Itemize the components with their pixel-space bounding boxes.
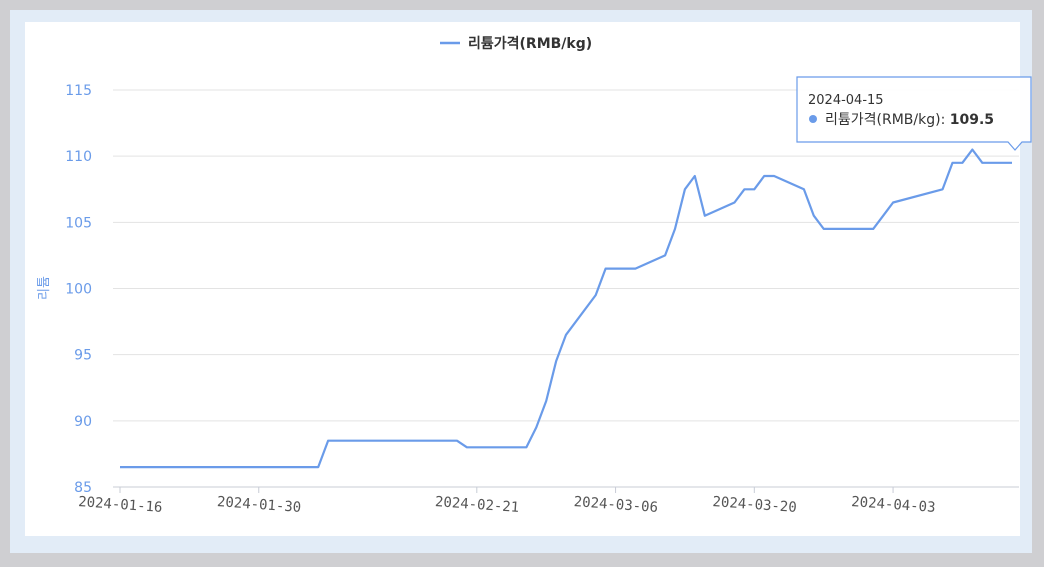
legend[interactable]: 리튬가격(RMB/kg) xyxy=(440,35,592,52)
y-tick-label: 115 xyxy=(65,83,92,99)
data-point[interactable] xyxy=(593,292,599,298)
data-point[interactable] xyxy=(969,147,975,153)
data-point[interactable] xyxy=(266,464,272,470)
grid-layer xyxy=(113,89,1019,488)
x-tick-label: 2024-02-21 xyxy=(434,494,519,516)
data-point[interactable] xyxy=(533,424,539,430)
y-tick-label: 100 xyxy=(65,282,92,298)
data-point[interactable] xyxy=(543,398,549,404)
x-tick-label: 2024-04-03 xyxy=(851,494,936,516)
data-point[interactable] xyxy=(811,213,817,219)
data-point[interactable] xyxy=(474,444,480,450)
data-point[interactable] xyxy=(890,199,896,205)
data-point[interactable] xyxy=(285,464,291,470)
data-point[interactable] xyxy=(632,266,638,272)
data-point[interactable] xyxy=(117,464,123,470)
series-line-lithium-price[interactable] xyxy=(120,148,1012,469)
data-point[interactable] xyxy=(325,438,331,444)
data-point[interactable] xyxy=(979,160,985,166)
x-tick-label: 2024-03-20 xyxy=(712,494,797,516)
data-point[interactable] xyxy=(127,464,133,470)
data-point[interactable] xyxy=(454,438,460,444)
data-point[interactable] xyxy=(216,464,222,470)
data-point[interactable] xyxy=(206,464,212,470)
data-point[interactable] xyxy=(276,464,282,470)
data-point[interactable] xyxy=(831,226,837,232)
data-point[interactable] xyxy=(176,464,182,470)
series-layer xyxy=(117,147,1015,470)
y-tick-label: 90 xyxy=(74,414,92,430)
data-point[interactable] xyxy=(196,464,202,470)
data-point[interactable] xyxy=(801,186,807,192)
data-point[interactable] xyxy=(950,160,956,166)
data-point[interactable] xyxy=(751,186,757,192)
data-point[interactable] xyxy=(137,464,143,470)
data-point[interactable] xyxy=(731,199,737,205)
data-point[interactable] xyxy=(335,438,341,444)
data-point[interactable] xyxy=(702,213,708,219)
data-point[interactable] xyxy=(523,444,529,450)
data-point[interactable] xyxy=(682,186,688,192)
data-point[interactable] xyxy=(186,464,192,470)
data-point[interactable] xyxy=(622,266,628,272)
data-point[interactable] xyxy=(959,160,965,166)
data-point[interactable] xyxy=(761,173,767,179)
tooltip: 2024-04-15 리튬가격(RMB/kg): 109.5 xyxy=(796,76,1032,151)
y-axis-title: 리튬 xyxy=(37,276,52,300)
tooltip-series-label: 리튬가격(RMB/kg) xyxy=(825,112,941,128)
data-point[interactable] xyxy=(315,464,321,470)
data-point[interactable] xyxy=(692,173,698,179)
legend-label: 리튬가격(RMB/kg) xyxy=(468,35,592,52)
y-tick-label: 110 xyxy=(65,149,92,165)
tooltip-date: 2024-04-15 xyxy=(808,93,884,108)
data-point[interactable] xyxy=(940,186,946,192)
data-point[interactable] xyxy=(870,226,876,232)
tooltip-value: 109.5 xyxy=(950,112,994,128)
tooltip-marker xyxy=(809,115,817,123)
data-point[interactable] xyxy=(246,464,252,470)
x-tick-label: 2024-03-06 xyxy=(573,494,658,516)
svg-text:리튬가격(RMB/kg): 109.5: 리튬가격(RMB/kg): 109.5 xyxy=(825,112,994,128)
y-tick-label: 95 xyxy=(74,348,92,364)
data-point[interactable] xyxy=(345,438,351,444)
x-tick-label: 2024-01-16 xyxy=(78,494,163,516)
data-point[interactable] xyxy=(1009,160,1015,166)
data-point[interactable] xyxy=(672,226,678,232)
data-point[interactable] xyxy=(464,444,470,450)
axis-layer: 8590951001051101152024-01-16 2024-01-30 20… xyxy=(65,83,936,516)
y-tick-label: 105 xyxy=(65,215,92,231)
data-point[interactable] xyxy=(494,444,500,450)
data-point[interactable] xyxy=(147,464,153,470)
chart-svg: 8590951001051101152024-01-16 2024-01-30 20… xyxy=(37,35,1032,516)
data-point[interactable] xyxy=(256,464,262,470)
data-point[interactable] xyxy=(484,444,490,450)
data-point[interactable] xyxy=(741,186,747,192)
data-point[interactable] xyxy=(771,173,777,179)
x-tick-label: 2024-01-30 xyxy=(216,494,301,516)
data-point[interactable] xyxy=(841,226,847,232)
data-point[interactable] xyxy=(662,252,668,258)
data-point[interactable] xyxy=(880,213,886,219)
data-point[interactable] xyxy=(821,226,827,232)
data-point[interactable] xyxy=(603,266,609,272)
data-point[interactable] xyxy=(553,358,559,364)
data-point[interactable] xyxy=(613,266,619,272)
data-point[interactable] xyxy=(563,332,569,338)
